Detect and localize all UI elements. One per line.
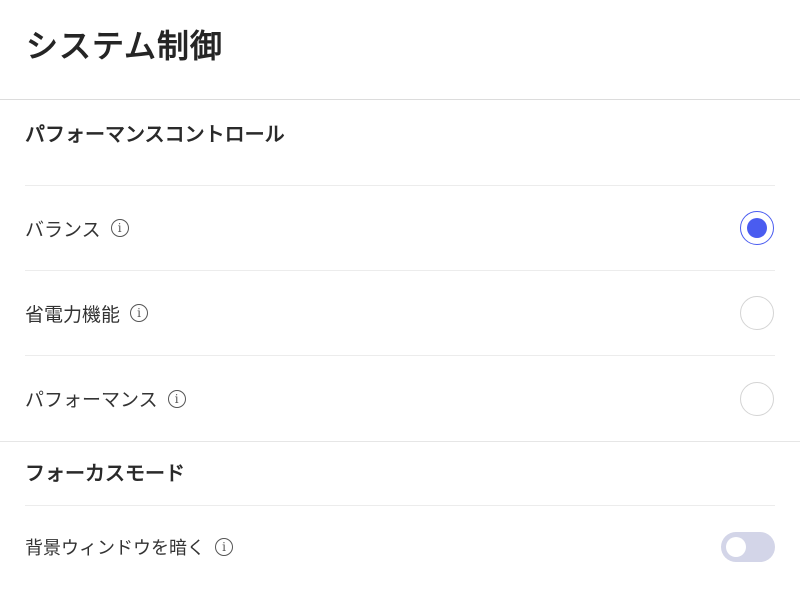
option-balance-label: バランス bbox=[25, 218, 101, 241]
power-saving-radio[interactable] bbox=[740, 296, 774, 330]
option-power-saving-label: 省電力機能 bbox=[25, 303, 121, 326]
toggle-knob bbox=[726, 537, 746, 557]
option-performance-label: パフォーマンス bbox=[25, 389, 158, 411]
option-power-saving[interactable]: 省電力機能 i bbox=[25, 271, 775, 356]
option-performance[interactable]: パフォーマンス i bbox=[25, 356, 775, 441]
page-header: システム制御 bbox=[0, 0, 800, 100]
dim-background-row: 背景ウィンドウを暗く i bbox=[25, 506, 775, 588]
page-title: システム制御 bbox=[26, 27, 224, 65]
dim-background-toggle[interactable] bbox=[721, 532, 775, 562]
system-control-page: システム制御 パフォーマンスコントロール バランス i 省電力機能 i パフォー… bbox=[0, 0, 800, 600]
focus-section-title: フォーカスモード bbox=[25, 442, 775, 506]
info-icon[interactable]: i bbox=[215, 538, 233, 556]
performance-section-title: パフォーマンスコントロール bbox=[25, 100, 775, 186]
info-icon[interactable]: i bbox=[167, 389, 186, 408]
balance-radio[interactable] bbox=[740, 211, 774, 245]
dim-background-label: 背景ウィンドウを暗く bbox=[25, 538, 205, 559]
info-icon[interactable]: i bbox=[110, 219, 129, 237]
option-balance[interactable]: バランス i bbox=[25, 186, 775, 271]
performance-control-section: パフォーマンスコントロール バランス i 省電力機能 i パフォーマンス i bbox=[0, 100, 800, 442]
info-icon[interactable]: i bbox=[130, 304, 149, 322]
focus-mode-section: フォーカスモード 背景ウィンドウを暗く i bbox=[0, 442, 800, 588]
performance-radio[interactable] bbox=[740, 381, 774, 416]
